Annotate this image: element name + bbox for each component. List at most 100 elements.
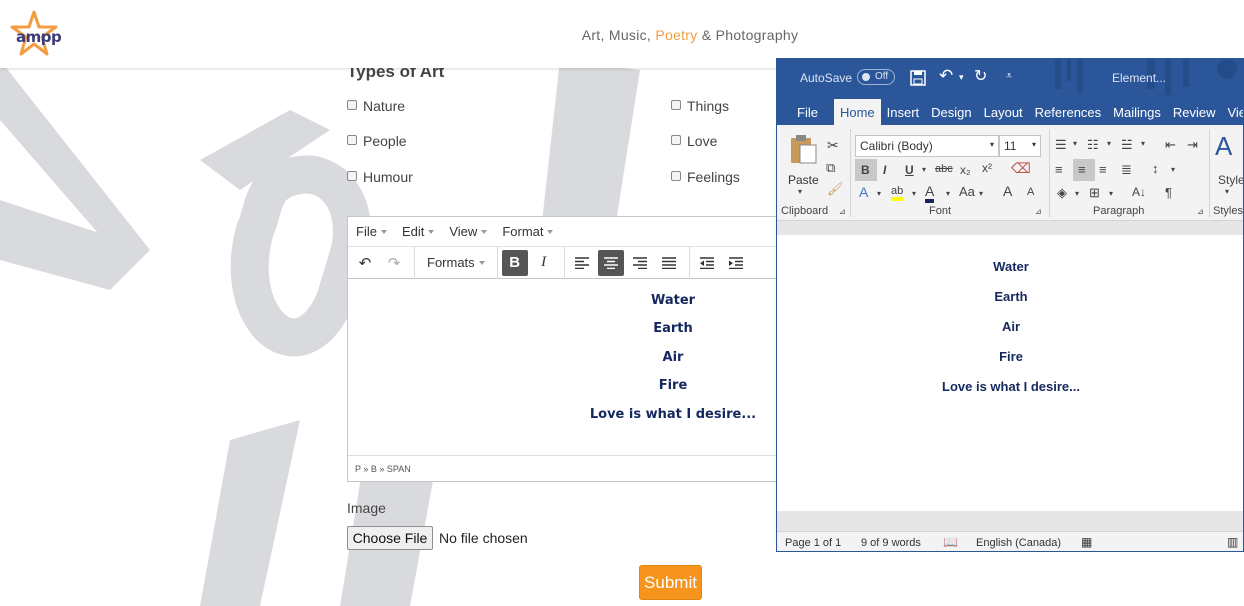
checkbox-nature[interactable]: Nature [347,98,405,114]
align-center-icon[interactable] [597,249,624,276]
word-page[interactable]: Water Earth Air Fire Love is what I desi… [777,235,1243,511]
shading-icon[interactable]: ◈ [1057,185,1067,201]
checkbox-box[interactable] [671,100,681,110]
checkbox-love[interactable]: Love [671,133,717,149]
sort-icon[interactable]: A↓ [1132,185,1146,199]
change-case-icon[interactable]: Aa [959,184,975,199]
increase-indent-icon[interactable]: ⇥ [1187,137,1198,153]
shrink-font-icon[interactable]: A [1027,186,1034,198]
paste-label[interactable]: Paste [788,173,819,187]
bullets-icon[interactable]: ☰ [1055,137,1067,153]
macro-record-icon[interactable]: ▦ [1081,535,1092,549]
repeat-icon[interactable]: ↻ [974,66,987,86]
copy-icon[interactable]: ⧉ [826,160,835,176]
line-spacing-dropdown-icon[interactable]: ▾ [1171,165,1175,174]
autosave-toggle[interactable]: Off [857,69,895,85]
checkbox-humour[interactable]: Humour [347,169,413,185]
align-center-icon[interactable]: ≡ [1073,159,1095,181]
numbering-icon[interactable]: ☷ [1087,137,1099,153]
checkbox-box[interactable] [671,171,681,181]
cut-icon[interactable]: ✂ [827,137,839,154]
bold-icon[interactable]: B [855,159,877,181]
menu-file[interactable]: File [356,224,387,239]
strikethrough-icon[interactable]: abc [935,163,953,175]
tab-review[interactable]: Review [1167,99,1222,125]
undo-dropdown-icon[interactable]: ▾ [959,72,964,83]
dialog-launcher-icon[interactable]: ⊿ [1197,207,1204,216]
save-icon[interactable] [910,70,926,86]
borders-icon[interactable]: ⊞ [1089,185,1100,201]
menu-edit[interactable]: Edit [402,224,435,239]
choose-file-button[interactable]: Choose File [347,526,433,550]
multilevel-dropdown-icon[interactable]: ▾ [1141,139,1145,148]
checkbox-box[interactable] [347,100,357,110]
proofing-icon[interactable]: 📖 [943,535,958,549]
tab-home[interactable]: Home [833,99,881,125]
tab-file[interactable]: File [777,99,834,125]
tab-layout[interactable]: Layout [978,99,1029,125]
redo-icon[interactable]: ↷ [381,250,407,276]
checkbox-box[interactable] [671,135,681,145]
change-case-dropdown-icon[interactable]: ▾ [979,189,983,198]
tab-insert[interactable]: Insert [881,99,926,125]
styles-icon[interactable]: A [1215,131,1232,162]
checkbox-people[interactable]: People [347,133,407,149]
justify-icon[interactable]: ≣ [1121,162,1132,178]
underline-icon[interactable]: U [905,163,914,177]
outdent-icon[interactable] [694,250,720,276]
menu-view[interactable]: View [449,224,488,239]
dialog-launcher-icon[interactable]: ⊿ [839,207,846,216]
status-language[interactable]: English (Canada) [976,537,1061,549]
clear-formatting-icon[interactable]: ⌫ [1011,160,1031,177]
text-effects-icon[interactable]: A [859,184,868,200]
superscript-icon[interactable]: x² [982,161,992,175]
undo-icon[interactable]: ↶ [352,250,378,276]
bold-icon[interactable]: B [501,249,528,276]
format-painter-icon[interactable]: 🖌 [827,181,844,197]
multilevel-list-icon[interactable]: ☱ [1121,137,1133,153]
highlight-dropdown-icon[interactable]: ▾ [912,189,916,198]
tab-references[interactable]: References [1029,99,1107,125]
shading-dropdown-icon[interactable]: ▾ [1075,189,1079,198]
read-mode-icon[interactable]: ▥ [1227,535,1238,549]
customize-toolbar-icon[interactable]: ⩡ [1006,70,1012,83]
align-right-icon[interactable] [627,250,653,276]
align-left-icon[interactable] [569,250,595,276]
tab-view[interactable]: View [1221,99,1243,125]
font-color-dropdown-icon[interactable]: ▾ [946,189,950,198]
dialog-launcher-icon[interactable]: ⊿ [1035,207,1042,216]
undo-icon[interactable]: ↶ [939,66,953,86]
underline-dropdown-icon[interactable]: ▾ [922,165,926,174]
numbering-dropdown-icon[interactable]: ▾ [1107,139,1111,148]
indent-icon[interactable] [723,250,749,276]
grow-font-icon[interactable]: A [1003,183,1012,199]
line-spacing-icon[interactable]: ↕ [1152,161,1159,176]
menu-format[interactable]: Format [502,224,554,239]
submit-button[interactable]: Submit [639,565,702,600]
formats-dropdown[interactable]: Formats [419,255,493,270]
show-formatting-icon[interactable]: ¶ [1165,185,1172,200]
editor-content-area[interactable]: Water Earth Air Fire Love is what I desi… [348,279,786,455]
font-size-dropdown[interactable]: 11 ▾ [999,135,1041,157]
highlight-icon[interactable]: ab [891,185,904,201]
decrease-indent-icon[interactable]: ⇤ [1165,137,1176,153]
justify-icon[interactable] [656,250,682,276]
paste-dropdown-icon[interactable]: ▾ [798,187,802,196]
align-right-icon[interactable]: ≡ [1099,162,1107,177]
align-left-icon[interactable]: ≡ [1055,162,1063,177]
status-page[interactable]: Page 1 of 1 [785,537,841,549]
checkbox-things[interactable]: Things [671,98,729,114]
styles-dropdown-icon[interactable]: ▾ [1225,187,1229,196]
checkbox-feelings[interactable]: Feelings [671,169,740,185]
font-color-icon[interactable]: A [925,183,935,203]
status-word-count[interactable]: 9 of 9 words [861,537,921,549]
text-effects-dropdown-icon[interactable]: ▾ [877,189,881,198]
styles-label[interactable]: Style [1218,173,1243,187]
checkbox-box[interactable] [347,135,357,145]
borders-dropdown-icon[interactable]: ▾ [1109,189,1113,198]
checkbox-box[interactable] [347,171,357,181]
italic-icon[interactable]: I [883,163,886,177]
font-name-dropdown[interactable]: Calibri (Body) ▾ [855,135,999,157]
tab-design[interactable]: Design [925,99,977,125]
bullets-dropdown-icon[interactable]: ▾ [1073,139,1077,148]
